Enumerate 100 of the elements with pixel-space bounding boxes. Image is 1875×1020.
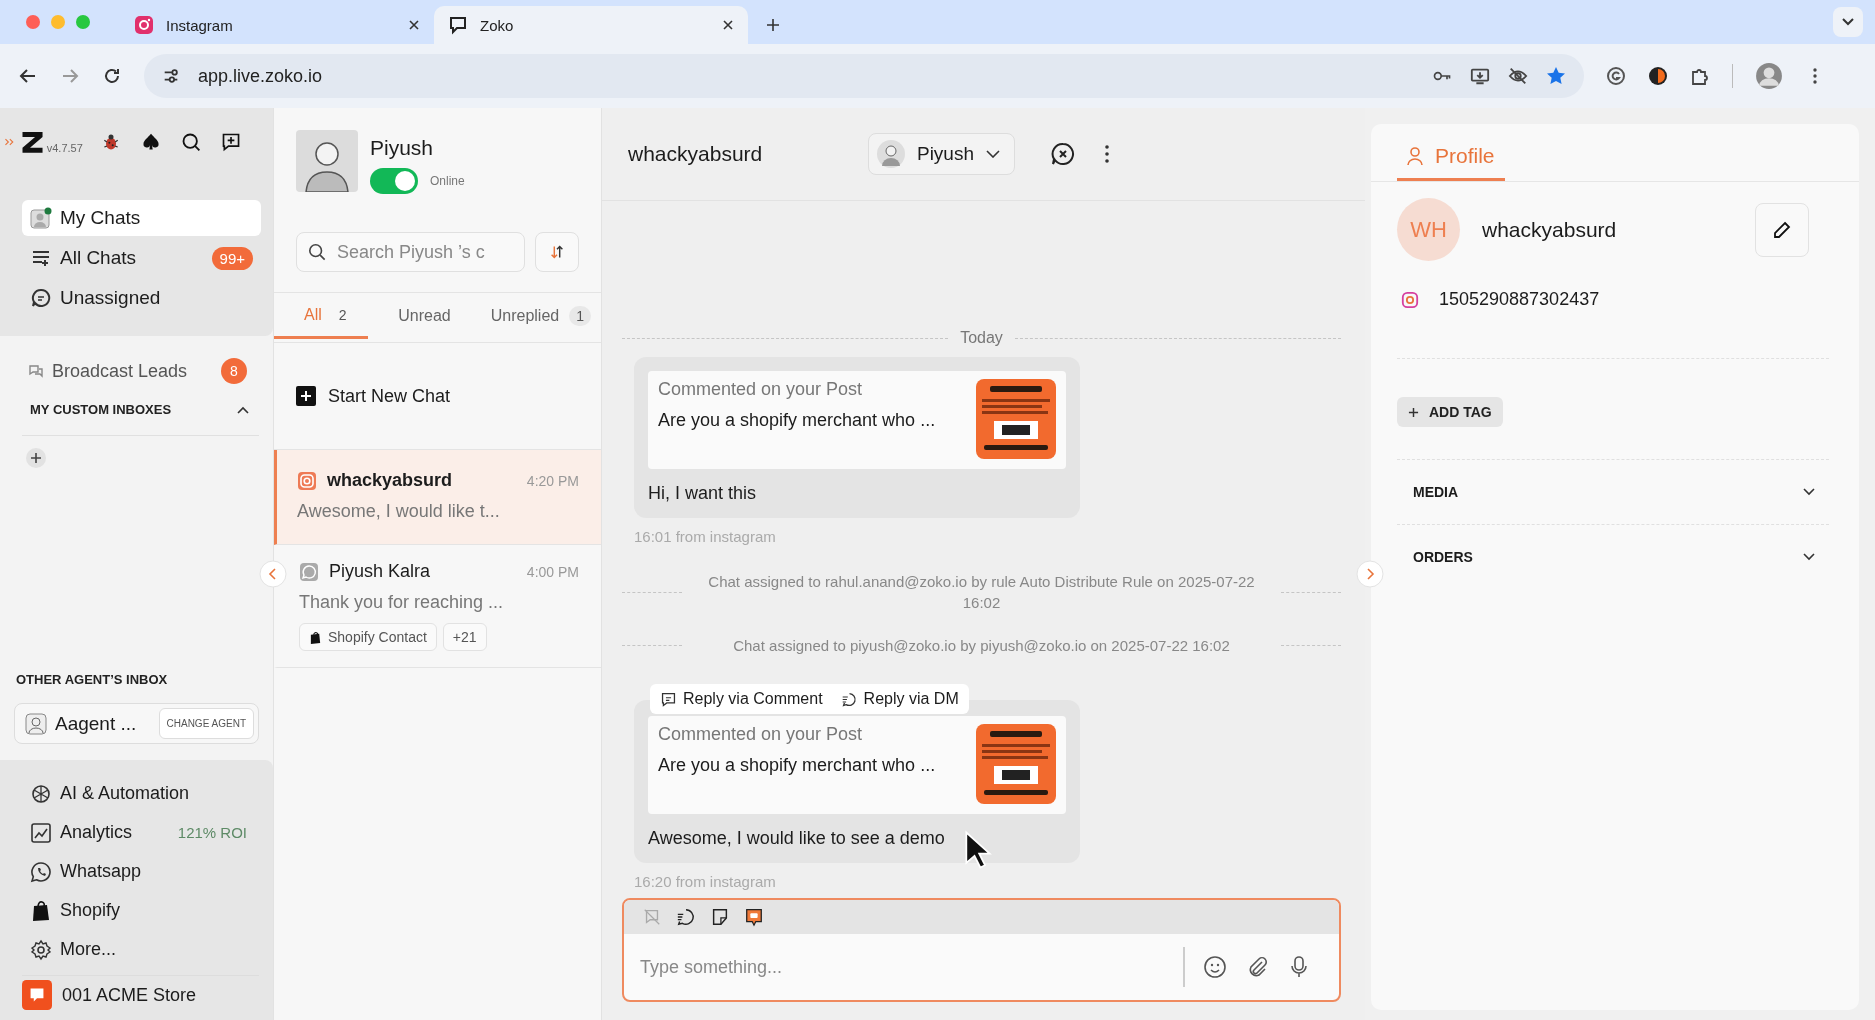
nav-item[interactable]: Unassigned (22, 280, 261, 316)
broadcast-leads-link[interactable]: Broadcast Leads (52, 360, 213, 382)
bot-icon[interactable] (744, 907, 764, 927)
agent-name: Piyush (370, 136, 435, 160)
pencil-icon (1772, 219, 1792, 240)
filter-tab[interactable]: All 2 (274, 293, 369, 339)
message-meta: 16:01 from instagram (634, 528, 776, 545)
note-icon[interactable] (710, 907, 730, 927)
browser-tab[interactable]: Zoko (434, 6, 748, 44)
instagram-id: 1505290887302437 (1439, 289, 1600, 310)
profile-avatar-icon[interactable] (1755, 62, 1783, 90)
count-badge: 8 (221, 358, 247, 384)
agent-selector[interactable]: Aagent ... CHANGE AGENT (14, 703, 259, 744)
message-text: Hi, I want this (648, 483, 758, 504)
chart-icon (30, 821, 52, 844)
close-icon[interactable] (722, 19, 734, 31)
search-icon (308, 243, 326, 261)
chevron-icon (986, 150, 1000, 158)
filter-tab[interactable]: Unreplied 1 (460, 293, 601, 342)
emoji-icon[interactable] (1203, 955, 1227, 979)
chevron-icon[interactable] (237, 405, 249, 414)
add-inbox-button[interactable] (26, 448, 46, 468)
post-caption: Are you a shopify merchant who ... (658, 410, 937, 431)
contact-name: whackyabsurd (1482, 217, 1618, 242)
section-title: OTHER AGENT’S INBOX (15, 672, 169, 689)
avatar-icon (30, 207, 52, 229)
site-settings-icon[interactable] (162, 67, 180, 85)
count-badge: 99+ (211, 246, 253, 270)
contact-name: whackyabsurd (327, 470, 454, 491)
contact-tag: Shopify Contact (299, 623, 437, 651)
filter-tab[interactable]: Unread (368, 293, 461, 342)
store-logo-icon (22, 980, 52, 1010)
avatar-icon (25, 712, 47, 735)
chat-list-item[interactable]: Piyush Kalra 4:00 PM Thank you for reaching ... Shopify Contact +21 (274, 545, 601, 668)
chat-time: 4:00 PM (526, 563, 579, 580)
section-title: MY CUSTOM INBOXES (30, 402, 173, 417)
shopping-bag-icon (30, 899, 52, 922)
nav-item[interactable]: All Chats 99+ (22, 240, 261, 276)
reload-icon[interactable] (102, 66, 122, 86)
chat-icon (840, 690, 858, 708)
message-input[interactable]: Type something... (638, 955, 1165, 979)
reply-action[interactable]: Reply via DM (840, 690, 959, 708)
edit-button[interactable] (1755, 202, 1809, 257)
chat-bubble-icon (448, 15, 468, 35)
post-caption: Are you a shopify merchant who ... (658, 755, 937, 776)
nav-item[interactable]: My Chats (22, 200, 261, 236)
collapsible-section[interactable]: ORDERS (1397, 525, 1829, 565)
sort-button[interactable] (535, 232, 579, 272)
add-tag-button[interactable]: ADD TAG (1397, 397, 1503, 427)
store-selector[interactable]: 001 ACME Store (22, 975, 259, 1014)
star-icon[interactable] (1546, 66, 1566, 86)
post-label: Commented on your Post (658, 724, 864, 745)
chat-icon (28, 363, 44, 379)
whatsapp-icon (30, 860, 52, 883)
plus-icon (1408, 406, 1419, 418)
message-meta: 16:20 from instagram (634, 873, 776, 890)
search-field[interactable]: Search Piyush ’s c (296, 232, 525, 272)
instagram-icon (1401, 290, 1419, 309)
extension-icon[interactable] (1648, 66, 1668, 86)
sidebar-link[interactable]: Analytics (60, 822, 170, 843)
instagram-icon (297, 470, 317, 491)
new-tab-icon[interactable] (766, 18, 780, 32)
comment-icon (660, 690, 677, 708)
cursor-icon (964, 830, 992, 870)
quick-reply-icon[interactable] (676, 907, 696, 927)
chat-title: whackyabsurd (628, 142, 764, 166)
contact-tag: +21 (442, 623, 487, 651)
sidebar-link[interactable]: Shopify (60, 900, 259, 921)
browser-tab[interactable]: Instagram (120, 6, 434, 44)
dropdown-icon[interactable] (1833, 7, 1863, 37)
sort-icon (548, 243, 566, 261)
system-message: Chat assigned to rahul.anand@zoko.io by rule Auto Distribute Rule on 2025-07-22 16:02 (707, 572, 1256, 613)
change-agent-button[interactable]: CHANGE AGENT (158, 708, 254, 739)
instagram-icon (134, 15, 154, 35)
message-preview: Awesome, I would like t... (297, 501, 501, 522)
collapsible-section[interactable]: MEDIA (1397, 460, 1829, 500)
address-bar[interactable]: app.live.zoko.io (144, 54, 1584, 98)
avatar-initials: WH (1397, 198, 1460, 261)
reply-action[interactable]: Reply via Comment (660, 690, 823, 708)
agent-name: Aagent ... (55, 712, 138, 735)
avatar-icon (296, 130, 358, 192)
chat-list-item[interactable]: whackyabsurd 4:20 PM Awesome, I would like t... (274, 450, 601, 545)
assignee-dropdown[interactable]: Piyush (867, 133, 1015, 175)
eye-off-icon[interactable] (1508, 66, 1528, 86)
sidebar-link[interactable]: AI & Automation (60, 783, 259, 804)
extension-icon[interactable] (1606, 66, 1626, 86)
close-chat-icon[interactable] (1051, 142, 1075, 166)
whatsapp-icon (299, 561, 319, 582)
sidebar-link[interactable]: More... (60, 939, 259, 960)
puzzle-icon[interactable] (1690, 66, 1710, 86)
system-message: Chat assigned to piyush@zoko.io by piyush@zoko.io on 2025-07-22 16:02 (732, 636, 1231, 656)
close-icon[interactable] (408, 19, 420, 31)
person-icon (1405, 146, 1425, 166)
sidebar-link[interactable]: Whatsapp (60, 861, 259, 882)
shopping-bag-icon (309, 630, 322, 644)
status-label: Online (430, 174, 465, 188)
install-icon[interactable] (1470, 66, 1490, 86)
online-toggle[interactable] (370, 168, 418, 194)
chat-icon (30, 287, 52, 309)
roi-label: 121% ROI (177, 824, 248, 841)
